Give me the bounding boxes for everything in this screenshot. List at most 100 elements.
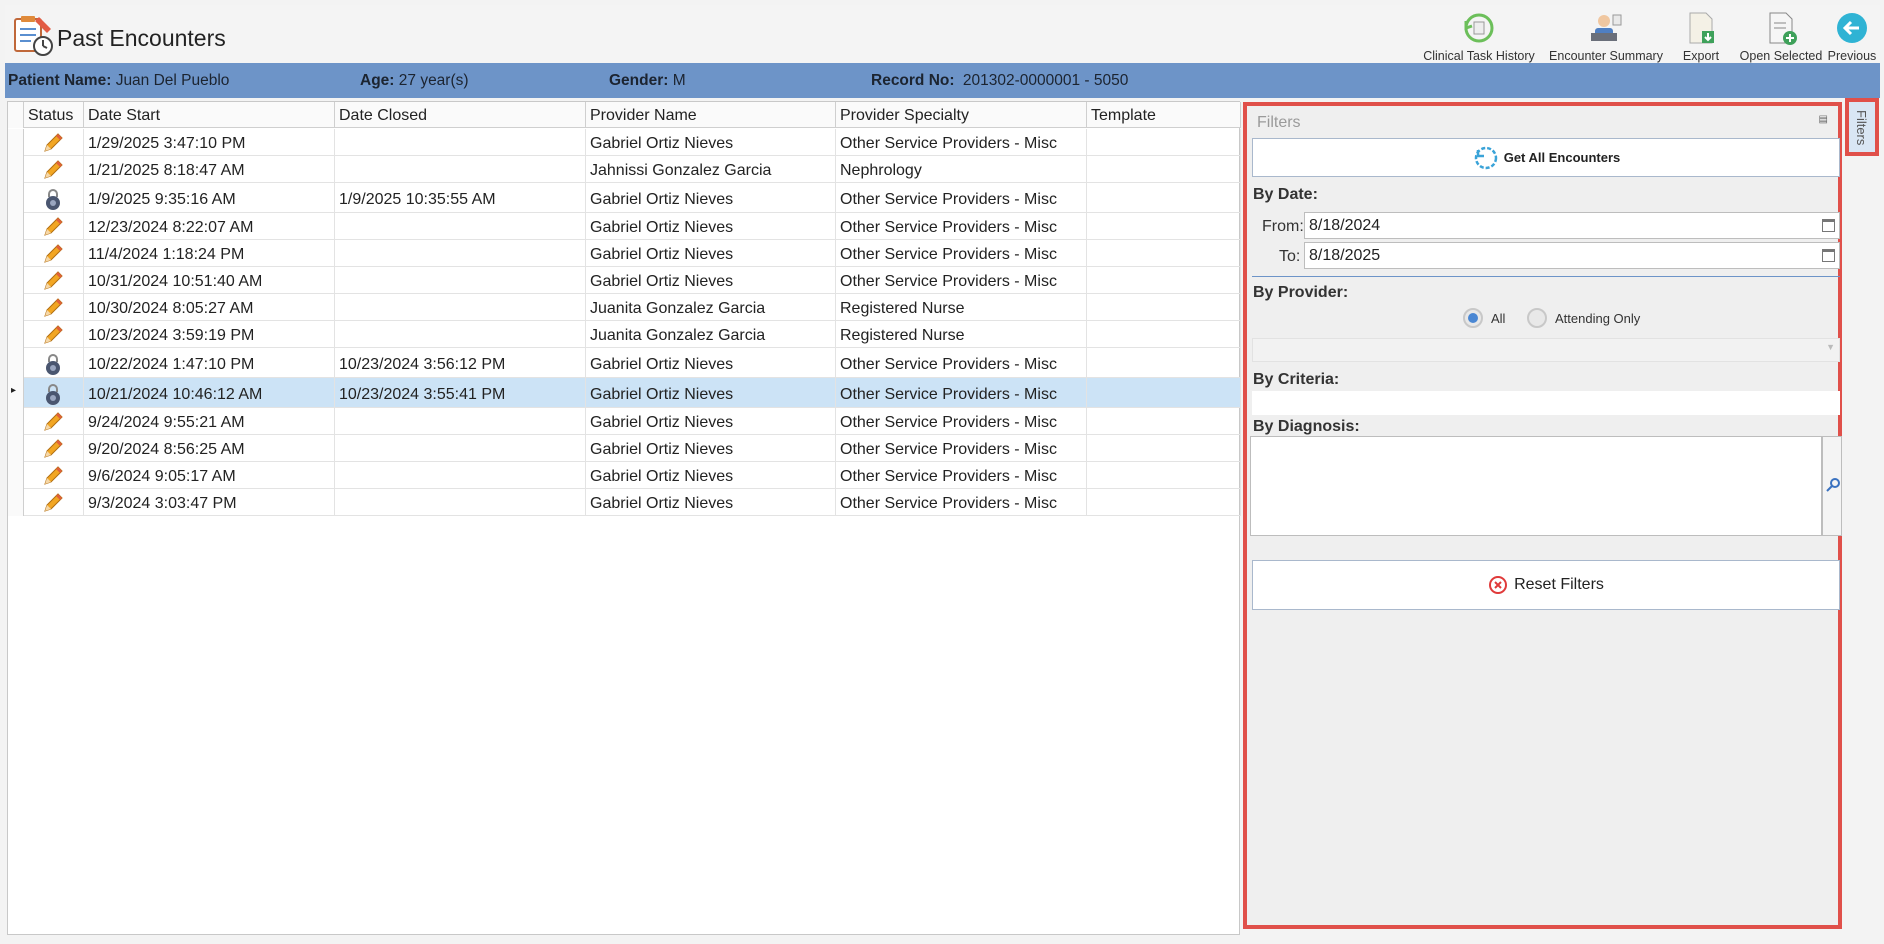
pin-icon[interactable]: ▤ (1819, 114, 1828, 125)
row-indicator[interactable] (8, 156, 24, 183)
row-indicator[interactable] (8, 267, 24, 294)
cell-date-closed (335, 240, 586, 267)
clinical-task-history-button[interactable]: Clinical Task History (1423, 11, 1535, 65)
cell-provider-name: Juanita Gonzalez Garcia (586, 321, 836, 348)
attending-only-radio[interactable] (1527, 308, 1547, 328)
cell-template (1087, 321, 1241, 348)
back-arrow-icon (1837, 13, 1867, 43)
table-row[interactable]: 9/24/2024 9:55:21 AM Gabriel Ortiz Nieves… (24, 408, 1241, 435)
previous-button[interactable]: Previous (1827, 11, 1877, 65)
lock-icon (46, 384, 60, 405)
table-row[interactable]: 10/31/2024 10:51:40 AM Gabriel Ortiz Niev… (24, 267, 1241, 294)
cell-date-start: 1/9/2025 9:35:16 AM (84, 183, 335, 213)
row-indicator[interactable] (8, 129, 24, 156)
criteria-input[interactable] (1252, 391, 1840, 415)
row-indicator[interactable] (8, 294, 24, 321)
pencil-icon (44, 298, 63, 317)
refresh-icon (1474, 146, 1497, 169)
filters-side-tab[interactable]: Filters (1845, 98, 1879, 156)
cell-date-start: 10/21/2024 10:46:12 AM (84, 378, 335, 408)
app-window: Past Encounters Clinical Task History En… (0, 0, 1884, 944)
page-title: Past Encounters (57, 25, 226, 51)
table-row[interactable]: 10/23/2024 3:59:19 PM Juanita Gonzalez Ga… (24, 321, 1241, 348)
table-row[interactable]: 11/4/2024 1:18:24 PM Gabriel Ortiz Nieves… (24, 240, 1241, 267)
reset-icon (1489, 576, 1508, 594)
table-row[interactable]: 10/30/2024 8:05:27 AM Juanita Gonzalez Ga… (24, 294, 1241, 321)
get-all-encounters-button[interactable]: Get All Encounters (1252, 138, 1840, 177)
table-row[interactable]: 9/3/2024 3:03:47 PM Gabriel Ortiz Nieves O… (24, 489, 1241, 516)
cell-provider-specialty: Other Service Providers - Misc (836, 378, 1087, 408)
cell-date-closed (335, 156, 586, 183)
table-row[interactable]: 12/23/2024 8:22:07 AM Gabriel Ortiz Nieve… (24, 213, 1241, 240)
cell-provider-name: Juanita Gonzalez Garcia (586, 294, 836, 321)
diagnosis-input[interactable] (1250, 436, 1822, 536)
diagnosis-search-button[interactable] (1822, 436, 1842, 536)
cell-template (1087, 267, 1241, 294)
table-row[interactable]: 10/22/2024 1:47:10 PM 10/23/2024 3:56:12 … (24, 348, 1241, 378)
patient-info-bar: Patient Name: Juan Del Pueblo Age: 27 ye… (5, 63, 1880, 98)
table-row[interactable]: 9/20/2024 8:56:25 AM Gabriel Ortiz Nieves… (24, 435, 1241, 462)
cell-template (1087, 408, 1241, 435)
encounters-grid[interactable]: Status Date Start Date Closed Provider Name… (7, 101, 1241, 935)
row-indicator[interactable] (8, 489, 24, 516)
filters-panel: Filters ▤ Get All Encounters By Date: Fr… (1243, 102, 1842, 929)
cell-status (24, 408, 84, 435)
cell-date-start: 9/24/2024 9:55:21 AM (84, 408, 335, 435)
patient-name-field: Patient Name: Juan Del Pueblo (8, 72, 229, 90)
row-indicator[interactable] (8, 435, 24, 462)
by-criteria-label: By Criteria: (1253, 371, 1340, 388)
table-row[interactable]: 1/21/2025 8:18:47 AM Jahnissi Gonzalez Ga… (24, 156, 1241, 183)
open-selected-button[interactable]: Open Selected (1738, 11, 1824, 65)
row-indicator[interactable] (8, 348, 24, 378)
export-button[interactable]: Export (1676, 11, 1726, 65)
title-bar: Past Encounters Clinical Task History En… (5, 5, 1880, 63)
pencil-icon (44, 244, 63, 263)
provider-all-radio[interactable] (1463, 308, 1483, 328)
table-row[interactable]: 10/21/2024 10:46:12 AM 10/23/2024 3:55:41… (24, 378, 1241, 408)
previous-label: Previous (1827, 49, 1877, 63)
column-header-date-start[interactable]: Date Start (84, 102, 335, 128)
row-indicator[interactable]: ▸ (8, 378, 24, 408)
calendar-icon[interactable] (1822, 219, 1835, 232)
cell-date-closed (335, 267, 586, 294)
cell-status (24, 378, 84, 408)
cell-provider-specialty: Other Service Providers - Misc (836, 462, 1087, 489)
encounters-app-icon (14, 16, 53, 56)
reset-filters-button[interactable]: Reset Filters (1252, 560, 1840, 610)
cell-provider-name: Gabriel Ortiz Nieves (586, 348, 836, 378)
row-indicator[interactable] (8, 213, 24, 240)
row-indicator[interactable] (8, 462, 24, 489)
row-indicator[interactable] (8, 183, 24, 213)
cell-date-start: 9/20/2024 8:56:25 AM (84, 435, 335, 462)
cell-status (24, 213, 84, 240)
table-row[interactable]: 1/9/2025 9:35:16 AM 1/9/2025 10:35:55 AM G… (24, 183, 1241, 213)
column-header-template[interactable]: Template (1087, 102, 1241, 128)
encounter-summary-button[interactable]: Encounter Summary (1549, 11, 1663, 65)
table-row[interactable]: 9/6/2024 9:05:17 AM Gabriel Ortiz Nieves O… (24, 462, 1241, 489)
calendar-icon[interactable] (1822, 249, 1835, 262)
cell-date-start: 12/23/2024 8:22:07 AM (84, 213, 335, 240)
cell-provider-name: Gabriel Ortiz Nieves (586, 408, 836, 435)
cell-status (24, 348, 84, 378)
attending-only-label: Attending Only (1555, 311, 1641, 326)
age-field: Age: 27 year(s) (360, 72, 469, 90)
column-header-provider-specialty[interactable]: Provider Specialty (836, 102, 1087, 128)
to-date-input[interactable]: 8/18/2025 (1304, 242, 1840, 269)
row-indicator[interactable] (8, 408, 24, 435)
row-indicator[interactable] (8, 321, 24, 348)
pencil-icon (44, 160, 63, 179)
column-header-status[interactable]: Status (24, 102, 84, 128)
table-row[interactable]: 1/29/2025 3:47:10 PM Gabriel Ortiz Nieves… (24, 129, 1241, 156)
from-date-input[interactable]: 8/18/2024 (1304, 212, 1840, 239)
cell-template (1087, 462, 1241, 489)
filters-title: Filters (1257, 114, 1301, 131)
export-label: Export (1682, 49, 1720, 63)
column-header-date-closed[interactable]: Date Closed (335, 102, 586, 128)
get-all-encounters-label: Get All Encounters (1503, 150, 1621, 165)
record-number-value: 201302-0000001 - 5050 (962, 72, 1129, 89)
provider-dropdown[interactable]: ▼ (1252, 338, 1840, 362)
cell-template (1087, 156, 1241, 183)
row-indicator[interactable] (8, 240, 24, 267)
cell-provider-name: Gabriel Ortiz Nieves (586, 240, 836, 267)
column-header-provider-name[interactable]: Provider Name (586, 102, 836, 128)
